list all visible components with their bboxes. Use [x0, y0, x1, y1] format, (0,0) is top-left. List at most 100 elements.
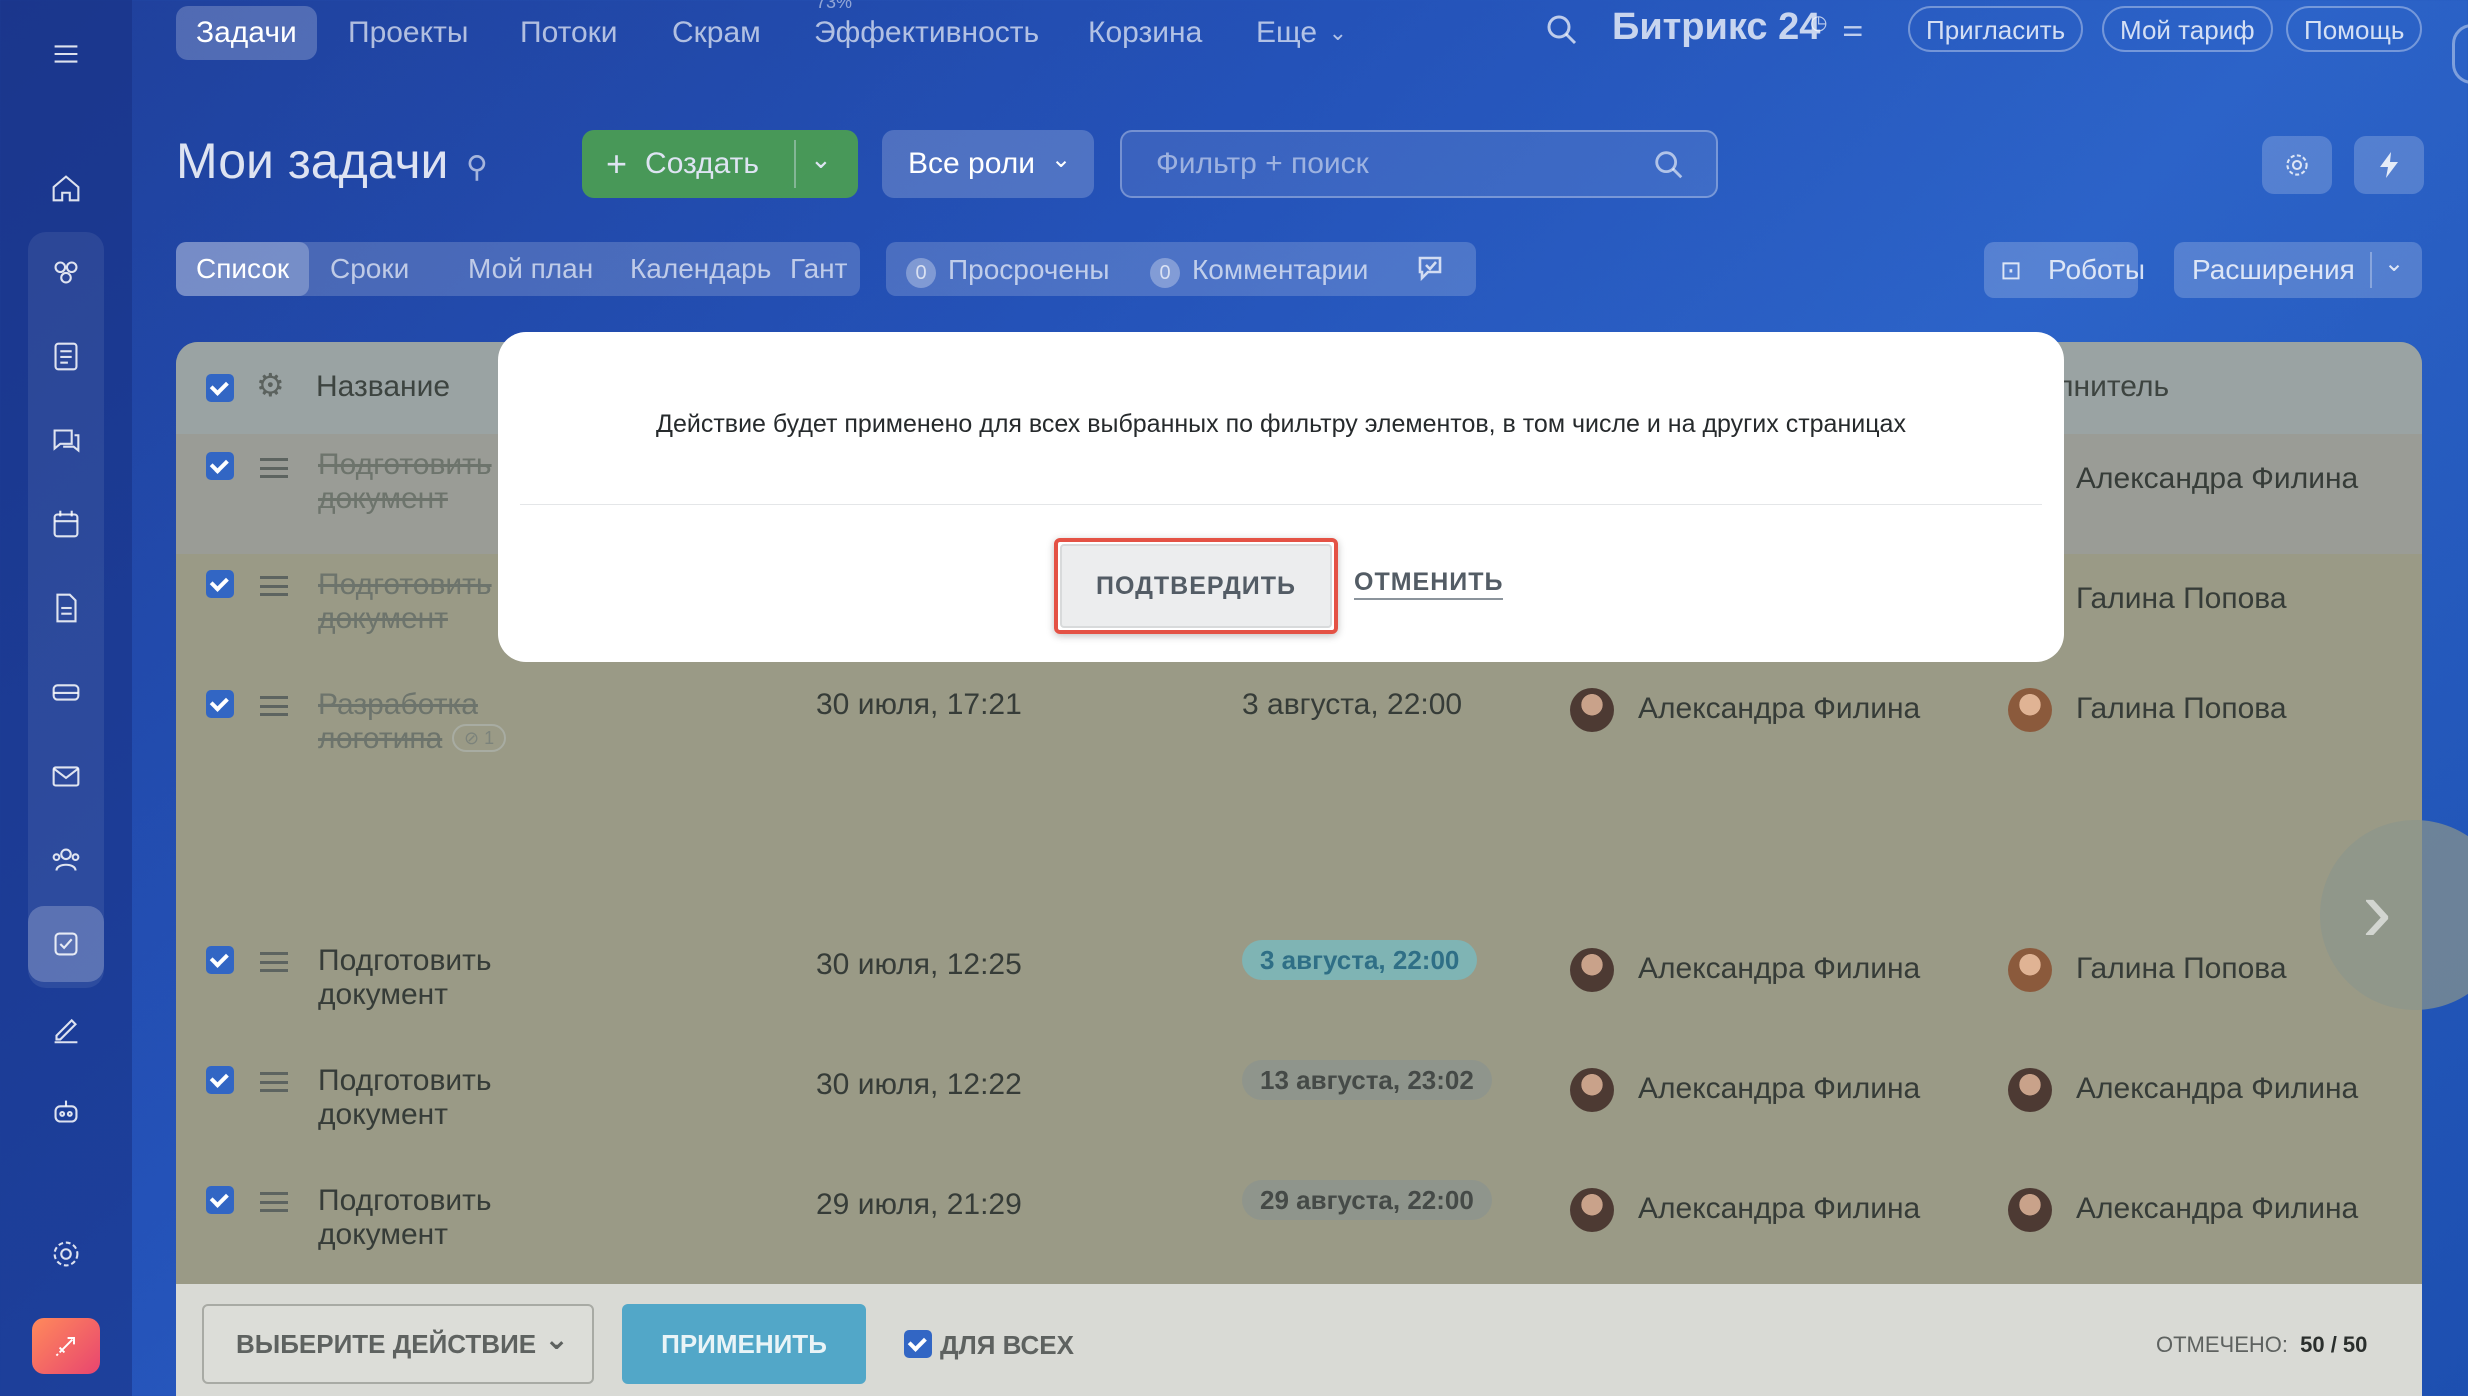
chevron-down-icon[interactable]: ⌄ — [810, 144, 832, 175]
row-checkbox[interactable] — [206, 452, 234, 480]
task-name[interactable]: Подготовить документ — [318, 1184, 498, 1252]
overdue-counter[interactable]: 0 Просрочены — [906, 254, 1110, 288]
drag-handle-icon[interactable] — [260, 952, 288, 972]
robots-button[interactable]: ⊡ Роботы — [1984, 242, 2145, 298]
help-button[interactable]: Помощь — [2286, 6, 2423, 52]
for-all-label[interactable]: ДЛЯ ВСЕХ — [940, 1330, 1074, 1361]
column-name[interactable]: Название — [316, 370, 450, 404]
table-row[interactable]: Разработка логотипа ⊘ 1 30 июля, 17:21 3… — [176, 674, 2422, 930]
robot-icon[interactable] — [28, 1074, 104, 1150]
settings-button[interactable] — [2262, 136, 2332, 194]
drag-handle-icon[interactable] — [260, 576, 288, 596]
tab-calendar[interactable]: Календарь — [610, 242, 791, 296]
assignee-name[interactable]: Галина Попова — [2076, 952, 2287, 986]
tab-trash[interactable]: Корзина — [1068, 6, 1222, 60]
collab-icon[interactable] — [28, 234, 104, 310]
settings-icon[interactable] — [28, 1216, 104, 1292]
comments-counter[interactable]: 0 Комментарии — [1150, 254, 1368, 288]
menu-icon[interactable] — [28, 16, 104, 92]
tab-scrum[interactable]: Скрам — [652, 6, 781, 60]
action-select-label: ВЫБЕРИТЕ ДЕЙСТВИЕ — [236, 1329, 537, 1359]
confirm-button[interactable]: ПОДТВЕРДИТЬ — [1060, 544, 1332, 628]
search-icon[interactable] — [1652, 148, 1686, 182]
invite-button[interactable]: Пригласить — [1908, 6, 2084, 52]
deadline-badge[interactable]: 29 августа, 22:00 — [1242, 1180, 1492, 1220]
creator-name[interactable]: Александра Филина — [1638, 1072, 1920, 1106]
row-checkbox[interactable] — [206, 690, 234, 718]
extensions-dropdown[interactable]: Расширения ⌄ — [2174, 242, 2422, 298]
create-button[interactable]: + Создать ⌄ — [582, 130, 858, 198]
tab-projects[interactable]: Проекты — [328, 6, 488, 60]
selected-counter: ОТМЕЧЕНО: 50 / 50 — [2156, 1332, 2367, 1358]
row-checkbox[interactable] — [206, 1066, 234, 1094]
row-checkbox[interactable] — [206, 1186, 234, 1214]
row-checkbox[interactable] — [206, 570, 234, 598]
row-checkbox[interactable] — [206, 946, 234, 974]
select-all-checkbox[interactable] — [206, 374, 234, 402]
deadline-badge[interactable]: 13 августа, 23:02 — [1242, 1060, 1492, 1100]
task-name[interactable]: Подготовить документ — [318, 568, 498, 636]
action-select[interactable]: ВЫБЕРИТЕ ДЕЙСТВИЕ ⌄ — [202, 1304, 594, 1384]
deadline-badge[interactable]: 3 августа, 22:00 — [1242, 940, 1478, 980]
tab-flows[interactable]: Потоки — [500, 6, 638, 60]
drag-handle-icon[interactable] — [260, 696, 288, 716]
drag-handle-icon[interactable] — [260, 458, 288, 478]
tab-gantt[interactable]: Гант — [770, 242, 867, 296]
creator-avatar — [1570, 688, 1614, 732]
assignee-name[interactable]: Галина Попова — [2076, 692, 2287, 726]
calendar-icon[interactable] — [28, 486, 104, 562]
search-icon[interactable] — [1544, 12, 1580, 53]
assignee-name[interactable]: Галина Попова — [2076, 582, 2287, 616]
roles-dropdown[interactable]: Все роли ⌄ — [882, 130, 1094, 198]
sliders-icon[interactable]: ⚌ — [1842, 14, 1864, 43]
table-row[interactable]: Подготовить документ 30 июля, 12:25 3 ав… — [176, 930, 2422, 1052]
tab-efficiency[interactable]: Эффективность — [794, 6, 1059, 60]
created-date: 29 июля, 21:29 — [816, 1188, 1022, 1221]
tariff-button[interactable]: Мой тариф — [2102, 6, 2273, 52]
mail-icon[interactable] — [28, 738, 104, 814]
page-title: Мои задачи — [176, 133, 449, 189]
pin-icon[interactable]: ⚲ — [466, 150, 488, 185]
tab-list[interactable]: Список — [176, 242, 310, 296]
creator-name[interactable]: Александра Филина — [1638, 692, 1920, 726]
creator-name[interactable]: Александра Филина — [1638, 1192, 1920, 1226]
task-name[interactable]: Подготовить документ — [318, 1064, 498, 1132]
automation-button[interactable] — [2354, 136, 2424, 194]
avatar[interactable] — [2452, 24, 2468, 84]
creator-name[interactable]: Александра Филина — [1638, 952, 1920, 986]
home-icon[interactable] — [28, 150, 104, 226]
tab-my-plan[interactable]: Мой план — [448, 242, 613, 296]
drive-icon[interactable] — [28, 654, 104, 730]
task-name[interactable]: Подготовить документ — [318, 448, 498, 516]
document-icon[interactable] — [28, 570, 104, 646]
attachment-badge[interactable]: ⊘ 1 — [452, 724, 507, 752]
for-all-checkbox[interactable] — [904, 1330, 932, 1358]
gear-icon[interactable]: ⚙ — [256, 366, 285, 404]
assignee-name[interactable]: Александра Филина — [2076, 1192, 2358, 1226]
table-row[interactable]: Подготовить документ 30 июля, 12:22 13 а… — [176, 1052, 2422, 1172]
assignee-name[interactable]: Александра Филина — [2076, 462, 2358, 496]
drag-handle-icon[interactable] — [260, 1192, 288, 1212]
table-row[interactable]: Подготовить документ 29 июля, 21:29 29 а… — [176, 1172, 2422, 1284]
cancel-button[interactable]: ОТМЕНИТЬ — [1354, 566, 1504, 600]
tasks-icon[interactable] — [28, 906, 104, 982]
comments-count: 0 — [1150, 258, 1180, 288]
feed-icon[interactable] — [28, 318, 104, 394]
chat-icon[interactable] — [28, 402, 104, 478]
contacts-icon[interactable] — [28, 822, 104, 898]
sign-icon[interactable] — [28, 990, 104, 1066]
assignee-name[interactable]: Александра Филина — [2076, 1072, 2358, 1106]
task-name[interactable]: Подготовить документ — [318, 944, 498, 1012]
rocket-icon[interactable] — [32, 1318, 100, 1374]
tab-tasks[interactable]: Задачи — [176, 6, 317, 60]
tab-deadlines[interactable]: Сроки — [310, 242, 429, 296]
apply-button[interactable]: ПРИМЕНИТЬ — [622, 1304, 866, 1384]
read-all-icon[interactable] — [1416, 252, 1452, 288]
created-date: 30 июля, 12:22 — [816, 1068, 1022, 1101]
assignee-avatar — [2008, 948, 2052, 992]
deadline-date[interactable]: 3 августа, 22:00 — [1242, 688, 1462, 722]
drag-handle-icon[interactable] — [260, 1072, 288, 1092]
creator-avatar — [1570, 1188, 1614, 1232]
search-input[interactable]: Фильтр + поиск — [1120, 130, 1718, 198]
tab-more[interactable]: Еще ⌄ — [1236, 6, 1367, 60]
